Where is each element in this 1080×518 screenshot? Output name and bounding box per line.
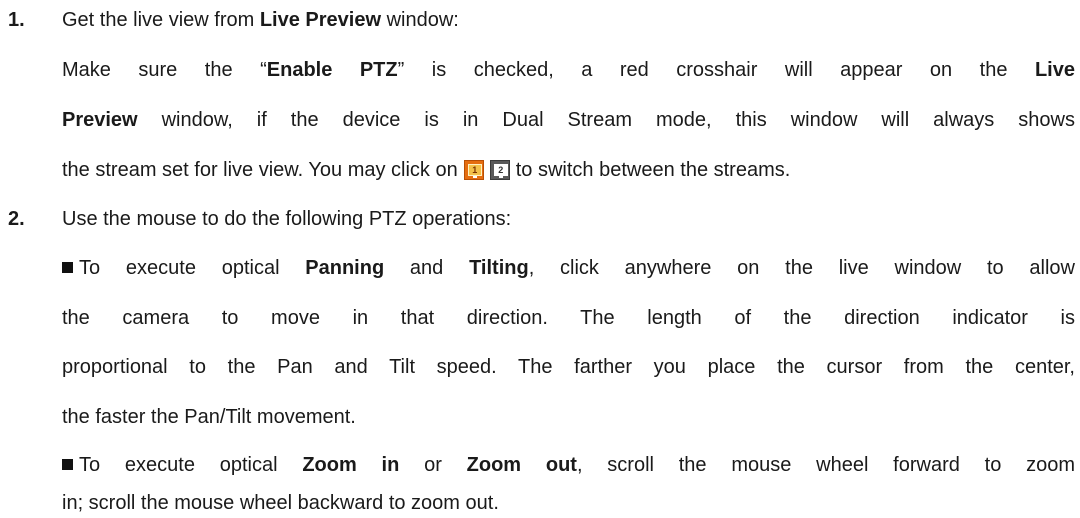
panning-bullet-line-2: the camera to move in that direction. Th…: [62, 307, 1075, 329]
square-bullet-icon: [62, 262, 73, 273]
live-preview-term: Live Preview: [259, 9, 382, 31]
enable-ptz-term: Enable PTZ: [266, 59, 398, 81]
step-1-line-2: Make sure the “Enable PTZ” is checked, a…: [62, 59, 1075, 81]
stream-switch-icons: 12: [463, 160, 510, 180]
tilting-term: Tilting: [469, 257, 529, 279]
panning-bullet-line-4: the faster the Pan/Tilt movement.: [62, 406, 356, 428]
document-page: 1. Get the live view from Live Preview w…: [0, 0, 1080, 518]
stream-2-monitor-icon[interactable]: 2: [489, 160, 510, 180]
live-term: Live: [1034, 59, 1075, 81]
step-1-number: 1.: [8, 9, 25, 31]
step-2-number: 2.: [8, 208, 25, 230]
zoom-bullet-line-1: To execute optical Zoom in or Zoom out, …: [62, 453, 1075, 477]
panning-term: Panning: [305, 257, 385, 279]
step-1-line-3: Preview window, if the device is in Dual…: [62, 109, 1075, 131]
step-1-intro: Get the live view from Live Preview wind…: [62, 9, 459, 31]
panning-bullet-line-3: proportional to the Pan and Tilt speed. …: [62, 356, 1075, 378]
step-2-intro: Use the mouse to do the following PTZ op…: [62, 208, 512, 230]
square-bullet-icon: [62, 459, 73, 470]
zoom-out-term: Zoom out: [466, 454, 577, 476]
stream-1-monitor-icon[interactable]: 1: [463, 160, 484, 180]
zoom-in-term: Zoom in: [302, 454, 400, 476]
step-1-line-4: the stream set for live view. You may cl…: [62, 159, 791, 181]
zoom-bullet-line-2: in; scroll the mouse wheel backward to z…: [62, 492, 499, 514]
preview-term: Preview: [62, 109, 138, 131]
panning-bullet-line-1: To execute optical Panning and Tilting, …: [62, 256, 1075, 280]
